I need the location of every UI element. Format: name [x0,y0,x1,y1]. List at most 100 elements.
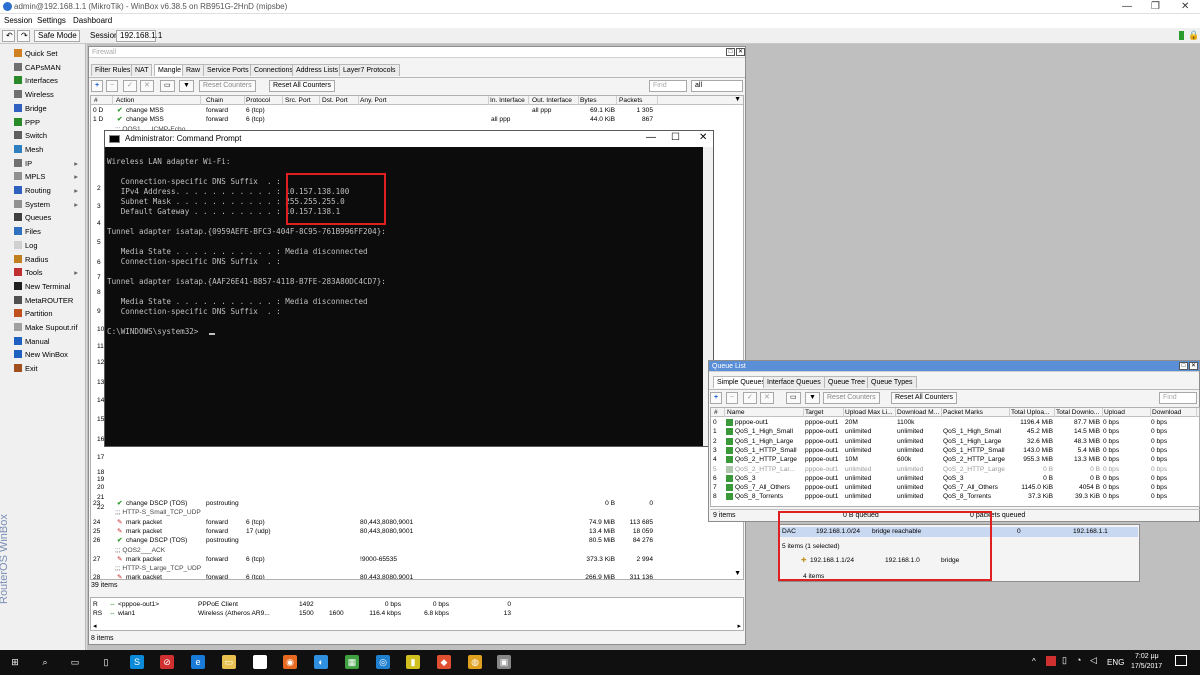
column-header-protocol[interactable]: Protocol [245,96,283,106]
column-header-out-interface[interactable]: Out. Interface [531,96,579,106]
app6-icon[interactable]: ◆ [437,655,451,669]
queue-filter-icon[interactable]: ▼ [805,392,820,404]
table-row[interactable]: 23 ✔ change DSCP (TOS) postrouting 0 B 0 [91,499,743,508]
column-header-in-interface[interactable]: In. Interface [489,96,529,106]
reset-all-counters-button[interactable]: Reset All Counters [269,80,335,92]
queue-row[interactable]: 8 QoS_8_Torrents pppoe-out1 unlimited unlimi… [711,492,1199,501]
sidebar-item-metarouter[interactable]: MetaROUTER [14,294,84,307]
tab-filter-rules[interactable]: Filter Rules [91,64,135,76]
tray-chevron-icon[interactable]: ^ [1032,657,1036,666]
sidebar-item-log[interactable]: Log [14,239,84,252]
reset-counters-button[interactable]: Reset Counters [199,80,256,92]
table-row[interactable]: 26 ✔ change DSCP (TOS) postrouting 80.5 MiB 8… [91,536,743,545]
scroll-up-icon[interactable]: ▼ [734,96,741,103]
app2-icon[interactable]: ◐ [314,655,328,669]
redo-icon[interactable]: ↷ [17,30,30,42]
tray-battery-icon[interactable]: ▯ [1062,655,1067,666]
tab-layer7-protocols[interactable]: Layer7 Protocols [339,64,400,76]
tab-address-lists[interactable]: Address Lists [292,64,343,76]
table-row[interactable]: 24 ✎ mark packet forward 6 (tcp) 80,443,8080,… [91,518,743,527]
queue-column-upload-max-li[interactable]: Upload Max Li... [844,408,896,418]
clock-time[interactable]: 7:02 μμ [1135,653,1159,660]
table-row[interactable]: 1 D ✔ change MSS forward 6 (tcp) all ppp 44.0 … [91,115,743,124]
sidebar-item-queues[interactable]: Queues [14,211,84,224]
queue-column-packet-marks[interactable]: Packet Marks [942,408,1010,418]
table-row[interactable]: 28 ✎ mark packet forward 6 (tcp) 80,443,8080,… [91,573,743,579]
queue-disable-icon[interactable]: ✕ [760,392,774,404]
sidebar-item-routing[interactable]: Routing ▸ [14,184,84,197]
taskview-icon[interactable]: ▭ [68,655,82,669]
queue-add-icon[interactable]: + [710,392,723,404]
queue-row[interactable]: 6 QoS_3 pppoe-out1 unlimited unlimited QoS_3 0… [711,474,1199,483]
tab-mangle[interactable]: Mangle [154,64,185,76]
column-header-src-port[interactable]: Src. Port [284,96,320,106]
tab-raw[interactable]: Raw [182,64,205,76]
queue-row[interactable]: 0 pppoe-out1 pppoe-out1 20M 1100k 1196.4 MiB 8… [711,418,1199,427]
tray-antivirus-icon[interactable] [1046,656,1056,666]
app3-icon[interactable]: ▦ [345,655,359,669]
find-input[interactable]: Find [649,80,687,92]
sidebar-item-system[interactable]: System ▸ [14,198,84,211]
table-row[interactable]: 27 ✎ mark packet forward 6 (tcp) !9000-65535 3… [91,555,743,564]
undo-icon[interactable]: ↶ [2,30,15,42]
queue-column-target[interactable]: Target [804,408,844,418]
sidebar-item-make-supout-rif[interactable]: Make Supout.rif [14,321,84,334]
scroll-right-icon[interactable]: ▸ [737,622,741,630]
scroll-left-icon[interactable]: ◂ [93,622,97,630]
skype-icon[interactable]: S [130,655,144,669]
tab-queue-tree[interactable]: Queue Tree [824,376,869,388]
queue-maximize-icon[interactable]: □ [1179,362,1188,370]
tray-volume-icon[interactable]: ◁ [1090,655,1097,666]
sidebar-item-capsman[interactable]: CAPsMAN [14,61,84,74]
queue-row[interactable]: 2 QoS_1_High_Large pppoe-out1 unlimited unli… [711,437,1199,446]
menu-settings[interactable]: Settings [37,16,66,25]
cmd-close-icon[interactable]: ✕ [699,132,707,143]
queue-row[interactable]: 3 QoS_1_HTTP_Small pppoe-out1 unlimited unli… [711,446,1199,455]
add-icon[interactable]: + [91,80,104,92]
queue-row[interactable]: 1 QoS_1_High_Small pppoe-out1 unlimited unli… [711,427,1199,436]
app4-icon[interactable]: ◎ [376,655,390,669]
tab-simple-queues[interactable]: Simple Queues [713,376,769,388]
queue-row[interactable]: 7 QoS_7_All_Others pppoe-out1 unlimited unli… [711,483,1199,492]
firewall-maximize-icon[interactable]: □ [726,48,735,56]
tab-nat[interactable]: NAT [131,64,153,76]
queue-close-icon[interactable]: ✕ [1189,362,1198,370]
table-row[interactable]: 0 D ✔ change MSS forward 6 (tcp) all ppp 69.1 … [91,106,743,115]
queue-reset-all-button[interactable]: Reset All Counters [891,392,957,404]
queue-enable-icon[interactable]: ✓ [743,392,757,404]
blocked-icon[interactable]: ⊘ [160,655,174,669]
queue-remove-icon[interactable]: − [726,392,739,404]
column-header-action[interactable]: Action [115,96,201,106]
interface-row[interactable]: R ⇔ <pppoe-out1> PPPoE Client 1492 0 bps 0 bps… [91,600,743,609]
queue-comment-icon[interactable]: ▭ [786,392,801,404]
safe-mode-button[interactable]: Safe Mode [34,30,80,42]
comment-row[interactable]: ;;; QOS2___ACK [91,546,743,555]
sidebar-item-new-winbox[interactable]: New WinBox [14,348,84,361]
queue-column-total-uploa[interactable]: Total Uploa... [1010,408,1055,418]
tab-connections[interactable]: Connections [250,64,297,76]
sidebar-item-mpls[interactable]: MPLS ▸ [14,170,84,183]
menu-session[interactable]: Session [4,16,32,25]
sidebar-item-ip[interactable]: IP ▸ [14,157,84,170]
interface-row[interactable]: RS ⇔ wlan1 Wireless (Atheros AR9... 1500 1600… [91,609,743,618]
sidebar-item-wireless[interactable]: Wireless [14,88,84,101]
sidebar-item-manual[interactable]: Manual [14,335,84,348]
column-header-number[interactable]: # [93,96,113,106]
language-indicator[interactable]: ENG [1107,658,1124,667]
menu-dashboard[interactable]: Dashboard [73,16,112,25]
sidebar-item-radius[interactable]: Radius [14,253,84,266]
app5-icon[interactable]: ▮ [406,655,420,669]
document-icon[interactable]: ▯ [99,655,113,669]
app-icon[interactable]: ▮ [253,655,267,669]
column-header-packets[interactable]: Packets [618,96,658,106]
disable-icon[interactable]: ✕ [140,80,154,92]
filter-icon[interactable]: ▼ [179,80,194,92]
maximize-icon[interactable]: ❐ [1151,1,1160,12]
clock-date[interactable]: 17/5/2017 [1131,663,1162,670]
sidebar-item-bridge[interactable]: Bridge [14,102,84,115]
sidebar-item-new-terminal[interactable]: New Terminal [14,280,84,293]
comment-row[interactable]: ;;; HTTP-S_Small_TCP_UDP [91,508,743,517]
enable-icon[interactable]: ✓ [123,80,137,92]
queue-column-number[interactable]: # [713,408,725,418]
cmd-maximize-icon[interactable]: ☐ [671,132,680,143]
